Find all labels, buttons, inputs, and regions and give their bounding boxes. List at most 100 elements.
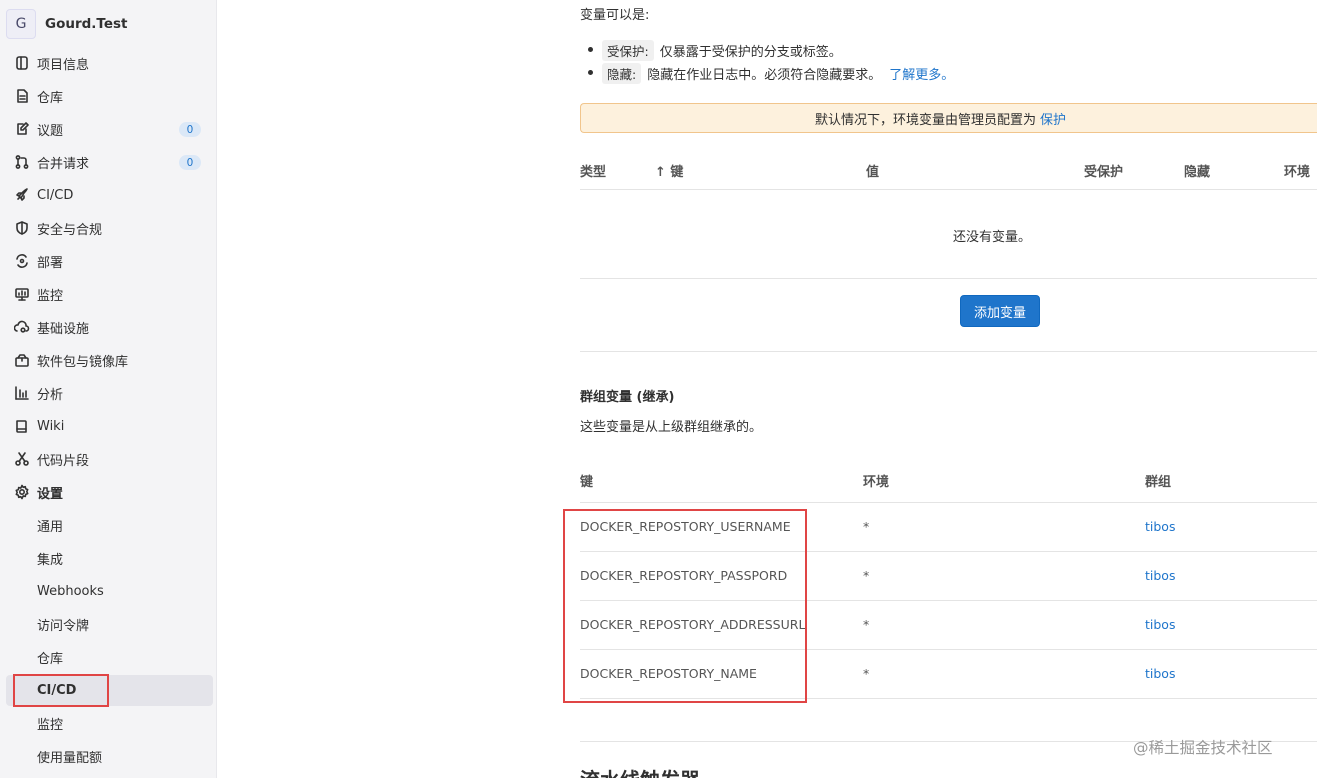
settings-item-webhooks[interactable]: Webhooks <box>6 576 213 607</box>
pipeline-triggers-title: 流水线触发器 <box>580 764 700 778</box>
sidebar-item-label: 合并请求 <box>37 156 90 172</box>
bullet-text: 隐藏在作业日志中。必须符合隐藏要求。 <box>647 68 882 83</box>
group-col-group: 群组 <box>1145 475 1172 490</box>
shield-icon <box>12 218 32 238</box>
sidebar-item-label: 基础设施 <box>37 321 90 337</box>
sidebar-item-label: 部署 <box>37 255 64 271</box>
sidebar-item-label: 项目信息 <box>37 57 90 73</box>
variable-group-link[interactable]: tibos <box>1145 666 1175 681</box>
group-col-environment: 环境 <box>863 475 890 490</box>
watermark: @稀土掘金技术社区 <box>1133 739 1273 757</box>
sidebar: G Gourd.Test 项目信息 仓库 议题 0 合并请求 0 CI/CD 安… <box>0 0 217 778</box>
issues-icon <box>12 119 32 139</box>
col-masked: 隐藏 <box>1184 165 1211 180</box>
settings-item-general[interactable]: 通用 <box>6 510 213 541</box>
variable-environment: * <box>863 666 870 681</box>
divider <box>580 600 1317 601</box>
sidebar-item-merge-requests[interactable]: 合并请求 0 <box>6 147 213 177</box>
project-info-icon <box>12 53 32 73</box>
settings-item-integrations[interactable]: 集成 <box>6 543 213 574</box>
sidebar-item-label: 仓库 <box>37 90 64 106</box>
sidebar-item-cicd[interactable]: CI/CD <box>6 180 213 210</box>
bullet-text: 仅暴露于受保护的分支或标签。 <box>659 45 842 60</box>
sidebar-item-deployments[interactable]: 部署 <box>6 246 213 276</box>
empty-variables-text: 还没有变量。 <box>953 230 1032 245</box>
group-col-key: 键 <box>580 475 594 490</box>
code-protected: 受保护: <box>602 40 654 61</box>
merge-request-icon <box>12 152 32 172</box>
alert-protect-link[interactable]: 保护 <box>1040 109 1066 128</box>
project-avatar: G <box>6 9 36 39</box>
variable-group-link[interactable]: tibos <box>1145 568 1175 583</box>
merge-requests-count-badge: 0 <box>179 155 201 170</box>
settings-item-cicd[interactable]: CI/CD <box>6 675 213 706</box>
sidebar-item-issues[interactable]: 议题 0 <box>6 114 213 144</box>
gear-icon <box>12 482 32 502</box>
protected-default-alert: 默认情况下，环境变量由管理员配置为 保护 <box>580 103 1317 133</box>
sidebar-item-label: 分析 <box>37 387 64 403</box>
divider <box>580 649 1317 650</box>
rocket-icon <box>12 185 32 205</box>
sidebar-item-label: 安全与合规 <box>37 222 103 238</box>
variable-key: DOCKER_REPOSTORY_ADDRESSURL <box>580 617 806 632</box>
settings-item-repository[interactable]: 仓库 <box>6 642 213 673</box>
col-protected: 受保护 <box>1084 165 1124 180</box>
variable-key: DOCKER_REPOSTORY_NAME <box>580 666 757 681</box>
variable-environment: * <box>863 617 870 632</box>
package-icon <box>12 350 32 370</box>
sidebar-item-label: CI/CD <box>37 187 74 203</box>
group-variables-description: 这些变量是从上级群组继承的。 <box>580 420 763 435</box>
bullet-protected: 受保护: 仅暴露于受保护的分支或标签。 <box>588 40 842 61</box>
sidebar-item-infrastructure[interactable]: 基础设施 <box>6 312 213 342</box>
settings-item-monitor[interactable]: 监控 <box>6 708 213 739</box>
project-header[interactable]: G Gourd.Test <box>6 8 127 40</box>
sidebar-item-repository[interactable]: 仓库 <box>6 81 213 111</box>
sidebar-item-label: 代码片段 <box>37 453 90 469</box>
learn-more-link[interactable]: 了解更多。 <box>889 64 954 83</box>
variable-environment: * <box>863 519 870 534</box>
sidebar-item-settings[interactable]: 设置 <box>6 477 213 507</box>
divider <box>580 189 1317 190</box>
monitor-icon <box>12 284 32 304</box>
sidebar-item-monitor[interactable]: 监控 <box>6 279 213 309</box>
alert-text: 默认情况下，环境变量由管理员配置为 <box>814 112 1036 128</box>
divider <box>580 351 1317 352</box>
sidebar-item-analytics[interactable]: 分析 <box>6 378 213 408</box>
variable-environment: * <box>863 568 870 583</box>
cloud-gear-icon <box>12 317 32 337</box>
book-icon <box>12 416 32 436</box>
sidebar-item-label: 议题 <box>37 123 64 139</box>
variable-key: DOCKER_REPOSTORY_USERNAME <box>580 519 791 534</box>
sidebar-item-label: 设置 <box>37 486 64 502</box>
variable-key: DOCKER_REPOSTORY_PASSPORD <box>580 568 788 583</box>
group-variables-title: 群组变量 (继承) <box>580 390 675 405</box>
divider <box>580 278 1317 279</box>
sidebar-item-wiki[interactable]: Wiki <box>6 411 213 441</box>
project-name: Gourd.Test <box>45 16 128 32</box>
divider <box>580 502 1317 503</box>
add-variable-button[interactable]: 添加变量 <box>960 295 1040 327</box>
settings-item-access-tokens[interactable]: 访问令牌 <box>6 609 213 640</box>
divider <box>580 551 1317 552</box>
col-key-sort[interactable]: ↑ 键 <box>655 161 683 180</box>
divider <box>580 698 1317 699</box>
scissors-icon <box>12 449 32 469</box>
variables-intro: 变量可以是: <box>580 8 650 23</box>
variable-group-link[interactable]: tibos <box>1145 617 1175 632</box>
deployments-icon <box>12 251 32 271</box>
sidebar-item-snippets[interactable]: 代码片段 <box>6 444 213 474</box>
variable-group-link[interactable]: tibos <box>1145 519 1175 534</box>
settings-item-usage-quotas[interactable]: 使用量配额 <box>6 741 213 772</box>
sidebar-item-label: Wiki <box>37 418 65 434</box>
col-environment: 环境 <box>1284 165 1311 180</box>
document-icon <box>12 86 32 106</box>
chart-icon <box>12 383 32 403</box>
issues-count-badge: 0 <box>179 122 201 137</box>
bullet-masked: 隐藏: 隐藏在作业日志中。必须符合隐藏要求。 了解更多。 <box>587 63 954 84</box>
sidebar-item-security[interactable]: 安全与合规 <box>6 213 213 243</box>
main-content: 变量可以是: 受保护: 仅暴露于受保护的分支或标签。 隐藏: 隐藏在作业日志中。… <box>580 0 1317 778</box>
code-masked: 隐藏: <box>602 63 642 84</box>
sidebar-item-project-info[interactable]: 项目信息 <box>6 48 213 78</box>
col-value: 值 <box>866 165 880 180</box>
sidebar-item-packages[interactable]: 软件包与镜像库 <box>6 345 213 375</box>
